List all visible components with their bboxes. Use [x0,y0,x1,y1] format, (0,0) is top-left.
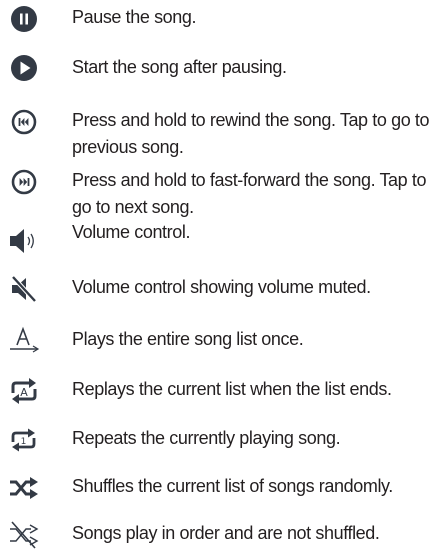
legend-text: Press and hold to rewind the song. Tap t… [72,110,430,157]
play-list-once-icon [4,322,44,358]
legend-text: Start the song after pausing. [72,57,287,77]
pause-icon [4,1,44,37]
legend-text: Pause the song. [72,7,197,27]
legend-text: Repeats the currently playing song. [72,428,341,448]
legend-text: Volume control showing volume muted. [72,277,371,297]
legend-text: Shuffles the current list of songs rando… [72,476,393,496]
rewind-icon [4,104,44,140]
legend-text: Songs play in order and are not shuffled… [72,523,380,543]
volume-icon [4,223,44,259]
fast-forward-icon [4,164,44,200]
legend-text: Press and hold to fast-forward the song.… [72,170,427,217]
shuffle-off-icon [4,517,44,553]
shuffle-on-icon [4,470,44,506]
legend-text: Replays the current list when the list e… [72,379,392,399]
play-icon [4,50,44,86]
svg-text:1: 1 [21,437,27,447]
repeat-all-icon: A [4,373,44,409]
svg-text:A: A [20,386,28,399]
legend-text: Plays the entire song list once. [72,329,304,349]
legend-text: Volume control. [72,222,191,242]
repeat-one-icon: 1 [4,422,44,458]
volume-muted-icon [4,271,44,307]
music-player-icon-legend: Pause the song. Start the song after pau… [0,0,445,553]
